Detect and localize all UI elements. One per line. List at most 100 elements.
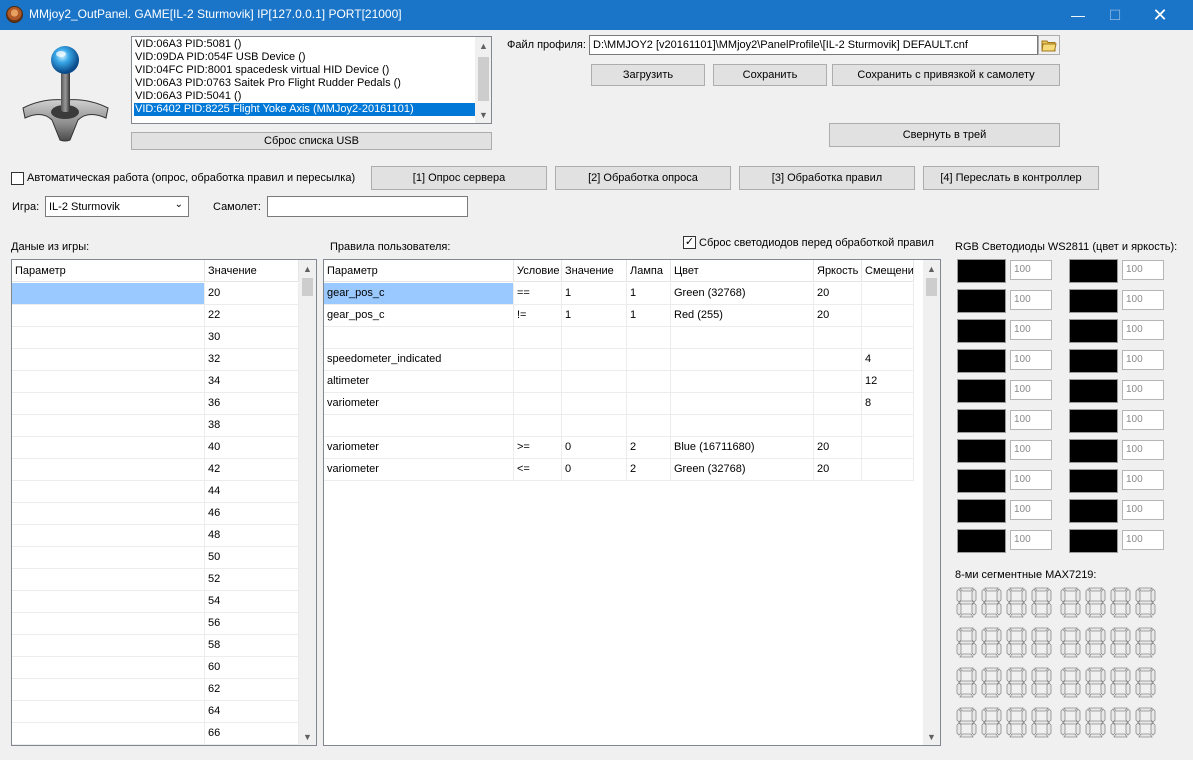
- rules-param-cell[interactable]: speedometer_indicated: [324, 349, 514, 370]
- led-color-swatch[interactable]: [1069, 319, 1118, 343]
- rules-condition-cell[interactable]: >=: [514, 437, 562, 458]
- led-brightness-field[interactable]: 100: [1010, 260, 1052, 280]
- rules-color-cell[interactable]: [671, 393, 814, 414]
- rules-row[interactable]: [324, 327, 914, 349]
- game-data-param-cell[interactable]: [12, 591, 205, 612]
- rules-offset-cell[interactable]: [862, 415, 914, 436]
- game-data-param-cell[interactable]: [12, 349, 205, 370]
- game-data-row[interactable]: 58: [12, 635, 299, 657]
- led-color-swatch[interactable]: [1069, 409, 1118, 433]
- process-poll-button[interactable]: [2] Обработка опроса: [555, 166, 731, 190]
- led-color-swatch[interactable]: [1069, 349, 1118, 373]
- rules-lamp-cell[interactable]: [627, 327, 671, 348]
- game-data-param-cell[interactable]: [12, 547, 205, 568]
- rules-offset-cell[interactable]: 8: [862, 393, 914, 414]
- game-data-row[interactable]: 66: [12, 723, 299, 745]
- game-data-value-cell[interactable]: 50: [205, 547, 299, 568]
- game-data-param-cell[interactable]: [12, 503, 205, 524]
- game-data-row[interactable]: 22: [12, 305, 299, 327]
- rules-condition-cell[interactable]: ==: [514, 283, 562, 304]
- led-brightness-field[interactable]: 100: [1010, 410, 1052, 430]
- led-brightness-field[interactable]: 100: [1122, 290, 1164, 310]
- led-color-swatch[interactable]: [957, 499, 1006, 523]
- game-data-param-cell[interactable]: [12, 723, 205, 744]
- rules-value-cell[interactable]: [562, 371, 627, 392]
- scroll-up-icon[interactable]: ▲: [475, 37, 492, 54]
- scroll-down-icon[interactable]: ▼: [299, 728, 316, 745]
- game-data-param-cell[interactable]: [12, 569, 205, 590]
- rules-row[interactable]: variometer >= 0 2 Blue (16711680) 20: [324, 437, 914, 459]
- led-color-swatch[interactable]: [957, 259, 1006, 283]
- rules-scrollbar[interactable]: ▲ ▼: [923, 260, 940, 745]
- rules-param-cell[interactable]: [324, 415, 514, 436]
- game-data-row[interactable]: 20: [12, 283, 299, 305]
- led-brightness-field[interactable]: 100: [1010, 470, 1052, 490]
- rules-brightness-cell[interactable]: 20: [814, 283, 862, 304]
- rules-brightness-cell[interactable]: 20: [814, 305, 862, 326]
- game-data-value-cell[interactable]: 48: [205, 525, 299, 546]
- game-data-value-cell[interactable]: 56: [205, 613, 299, 634]
- rules-lamp-cell[interactable]: [627, 371, 671, 392]
- led-brightness-field[interactable]: 100: [1010, 290, 1052, 310]
- game-data-param-cell[interactable]: [12, 481, 205, 502]
- scroll-up-icon[interactable]: ▲: [299, 260, 316, 277]
- rules-color-cell[interactable]: [671, 371, 814, 392]
- rules-color-cell[interactable]: [671, 349, 814, 370]
- game-data-table[interactable]: Параметр Значение 20 22 30 32 34 36 38 40 42 44 46…: [11, 259, 317, 746]
- game-data-param-cell[interactable]: [12, 327, 205, 348]
- led-color-swatch[interactable]: [957, 379, 1006, 403]
- rules-col-param[interactable]: Параметр: [324, 260, 514, 282]
- scroll-up-icon[interactable]: ▲: [923, 260, 940, 277]
- game-data-value-cell[interactable]: 52: [205, 569, 299, 590]
- rules-color-cell[interactable]: Red (255): [671, 305, 814, 326]
- rules-table[interactable]: Параметр Условие Значение Лампа Цвет Ярк…: [323, 259, 941, 746]
- led-color-swatch[interactable]: [1069, 439, 1118, 463]
- game-select[interactable]: IL-2 Sturmovik ⌄: [45, 196, 189, 217]
- game-data-value-cell[interactable]: 66: [205, 723, 299, 744]
- rules-param-cell[interactable]: gear_pos_c: [324, 283, 514, 304]
- rules-col-color[interactable]: Цвет: [671, 260, 814, 282]
- game-data-row[interactable]: 32: [12, 349, 299, 371]
- rules-offset-cell[interactable]: [862, 459, 914, 480]
- usb-device-item[interactable]: VID:06A3 PID:0763 Saitek Pro Flight Rudd…: [134, 77, 475, 90]
- rules-lamp-cell[interactable]: 1: [627, 283, 671, 304]
- maximize-button[interactable]: ☐: [1092, 0, 1138, 30]
- game-data-param-cell[interactable]: [12, 393, 205, 414]
- rules-col-offset[interactable]: Смещение: [862, 260, 914, 282]
- led-color-swatch[interactable]: [957, 529, 1006, 553]
- rules-offset-cell[interactable]: [862, 305, 914, 326]
- game-data-value-cell[interactable]: 54: [205, 591, 299, 612]
- rules-color-cell[interactable]: [671, 327, 814, 348]
- rules-lamp-cell[interactable]: [627, 349, 671, 370]
- game-data-value-cell[interactable]: 60: [205, 657, 299, 678]
- rules-param-cell[interactable]: variometer: [324, 437, 514, 458]
- led-color-swatch[interactable]: [957, 439, 1006, 463]
- led-brightness-field[interactable]: 100: [1122, 470, 1164, 490]
- rules-lamp-cell[interactable]: 2: [627, 437, 671, 458]
- game-data-param-cell[interactable]: [12, 679, 205, 700]
- game-data-value-cell[interactable]: 44: [205, 481, 299, 502]
- game-data-param-cell[interactable]: [12, 657, 205, 678]
- led-brightness-field[interactable]: 100: [1122, 530, 1164, 550]
- game-data-scrollbar[interactable]: ▲ ▼: [299, 260, 316, 745]
- led-color-swatch[interactable]: [957, 469, 1006, 493]
- rules-param-cell[interactable]: [324, 327, 514, 348]
- rules-row[interactable]: gear_pos_c != 1 1 Red (255) 20: [324, 305, 914, 327]
- rules-col-lamp[interactable]: Лампа: [627, 260, 671, 282]
- rules-row[interactable]: altimeter 12: [324, 371, 914, 393]
- rules-value-cell[interactable]: [562, 349, 627, 370]
- rules-brightness-cell[interactable]: [814, 415, 862, 436]
- usb-device-item[interactable]: VID:06A3 PID:5081 (): [134, 38, 475, 51]
- reset-usb-list-button[interactable]: Сброс списка USB: [131, 132, 492, 150]
- led-brightness-field[interactable]: 100: [1122, 440, 1164, 460]
- rules-color-cell[interactable]: Green (32768): [671, 283, 814, 304]
- game-data-param-cell[interactable]: [12, 371, 205, 392]
- game-data-row[interactable]: 42: [12, 459, 299, 481]
- plane-input[interactable]: [267, 196, 468, 217]
- rules-col-brightness[interactable]: Яркость: [814, 260, 862, 282]
- rules-value-cell[interactable]: 0: [562, 437, 627, 458]
- scroll-down-icon[interactable]: ▼: [923, 728, 940, 745]
- led-brightness-field[interactable]: 100: [1122, 380, 1164, 400]
- rules-value-cell[interactable]: [562, 393, 627, 414]
- rules-brightness-cell[interactable]: 20: [814, 437, 862, 458]
